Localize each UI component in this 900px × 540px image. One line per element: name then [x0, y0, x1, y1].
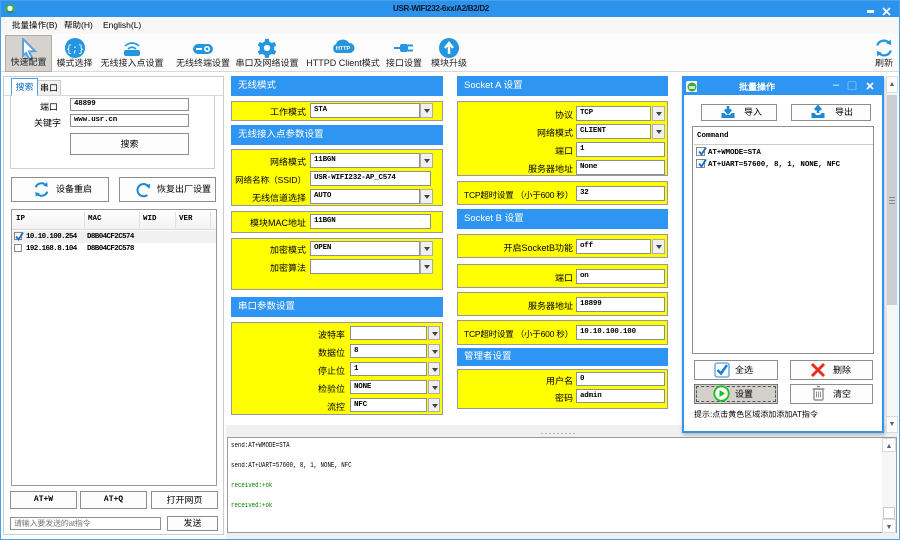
- svg-text:{;}: {;}: [65, 44, 83, 56]
- svg-text:HTTP: HTTP: [336, 46, 351, 52]
